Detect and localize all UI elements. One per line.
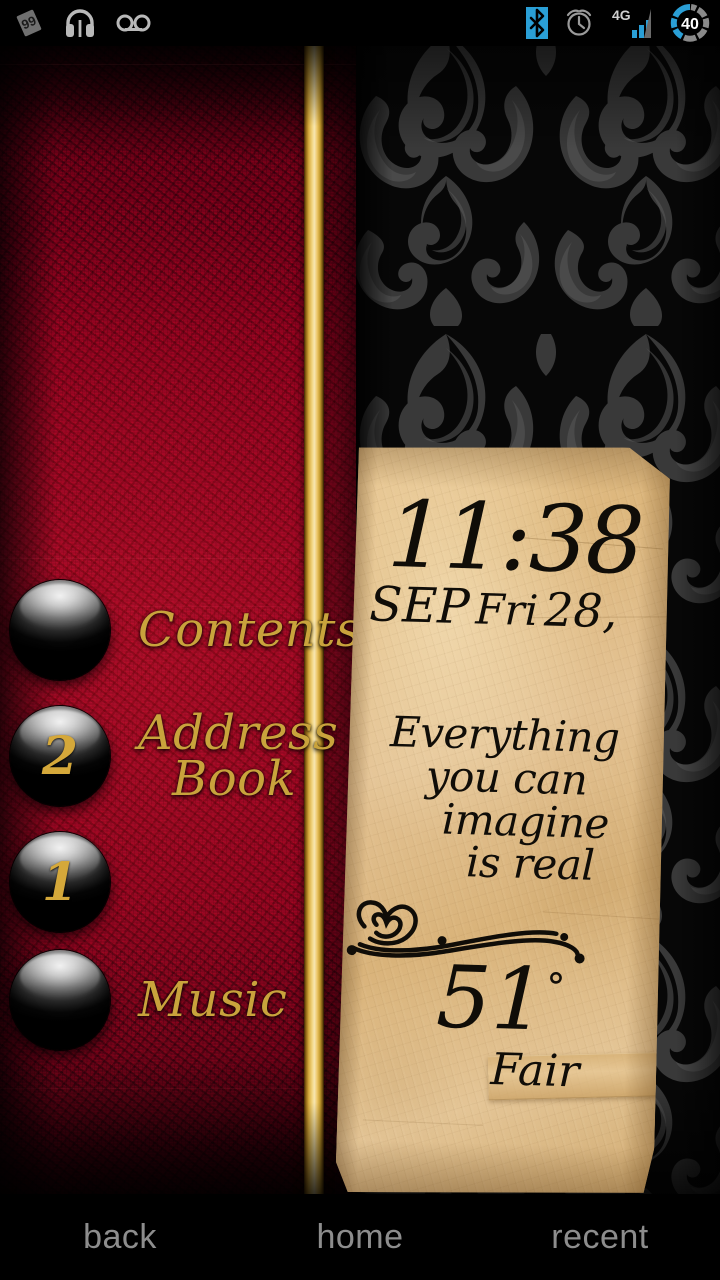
nav-home-button[interactable]: home: [240, 1218, 480, 1257]
shortcut-row-address-book[interactable]: 2 Address Book: [0, 706, 338, 806]
degree-symbol: °: [545, 964, 566, 1010]
nav-recent-button[interactable]: recent: [480, 1218, 720, 1257]
address-book-line-2: Book: [172, 751, 297, 807]
clock-date[interactable]: SEP Fri 28,: [369, 580, 618, 635]
weather-temperature[interactable]: 51°: [435, 954, 566, 1044]
badge-one-orb-icon[interactable]: 1: [10, 832, 110, 932]
status-bar-notifications: 99: [14, 0, 152, 46]
headphones-icon[interactable]: [64, 8, 96, 38]
contents-orb-icon[interactable]: [10, 580, 110, 680]
music-orb-icon[interactable]: [10, 950, 110, 1050]
date-day-number: 28,: [543, 582, 619, 639]
svg-text:4G: 4G: [612, 7, 631, 23]
status-bar: 99 4G 40: [0, 0, 720, 46]
contents-badge: [10, 580, 110, 680]
nav-back-button[interactable]: back: [0, 1218, 240, 1257]
lockscreen-wallpaper: Contents 2 Address Book 1 Music 11:38 SE…: [0, 0, 720, 1280]
date-weekday: Fri: [474, 584, 539, 636]
app-notification-icon[interactable]: 99: [14, 8, 44, 38]
clock-time[interactable]: 11:38: [386, 489, 644, 588]
status-bar-system-icons: 4G 40: [526, 0, 710, 46]
badge-one-count: 1: [41, 851, 79, 913]
temperature-value: 51: [435, 947, 548, 1051]
shortcut-row-contents[interactable]: Contents: [0, 580, 361, 680]
paper-note-widget[interactable]: 11:38 SEP Fri 28, Everything you can ima…: [335, 440, 674, 1201]
address-book-orb-icon[interactable]: 2: [10, 706, 110, 806]
shortcut-row-music[interactable]: Music: [0, 950, 304, 1050]
shortcut-label-address-book[interactable]: Address Book: [138, 704, 339, 807]
date-month: SEP: [368, 576, 471, 636]
address-book-badge: 2: [41, 725, 79, 787]
battery-icon[interactable]: 40: [670, 3, 710, 43]
shortcut-row-badge-one[interactable]: 1: [0, 832, 304, 932]
bluetooth-icon[interactable]: [526, 7, 548, 39]
battery-level-label: 40: [681, 16, 699, 33]
shortcut-list: Contents 2 Address Book 1 Music: [0, 46, 361, 1194]
address-book-line-1: Address: [138, 704, 339, 761]
weather-condition[interactable]: Fair: [490, 1048, 580, 1094]
shortcut-label-music[interactable]: Music: [138, 976, 287, 1024]
network-4g-icon[interactable]: 4G: [610, 6, 654, 40]
voicemail-icon[interactable]: [116, 11, 152, 35]
navigation-bar: back home recent: [0, 1194, 720, 1280]
alarm-clock-icon[interactable]: [564, 8, 594, 38]
shortcut-label-contents[interactable]: Contents: [138, 606, 361, 654]
quote-text: Everything you can imagine is real: [358, 710, 649, 889]
music-badge: [10, 950, 110, 1050]
